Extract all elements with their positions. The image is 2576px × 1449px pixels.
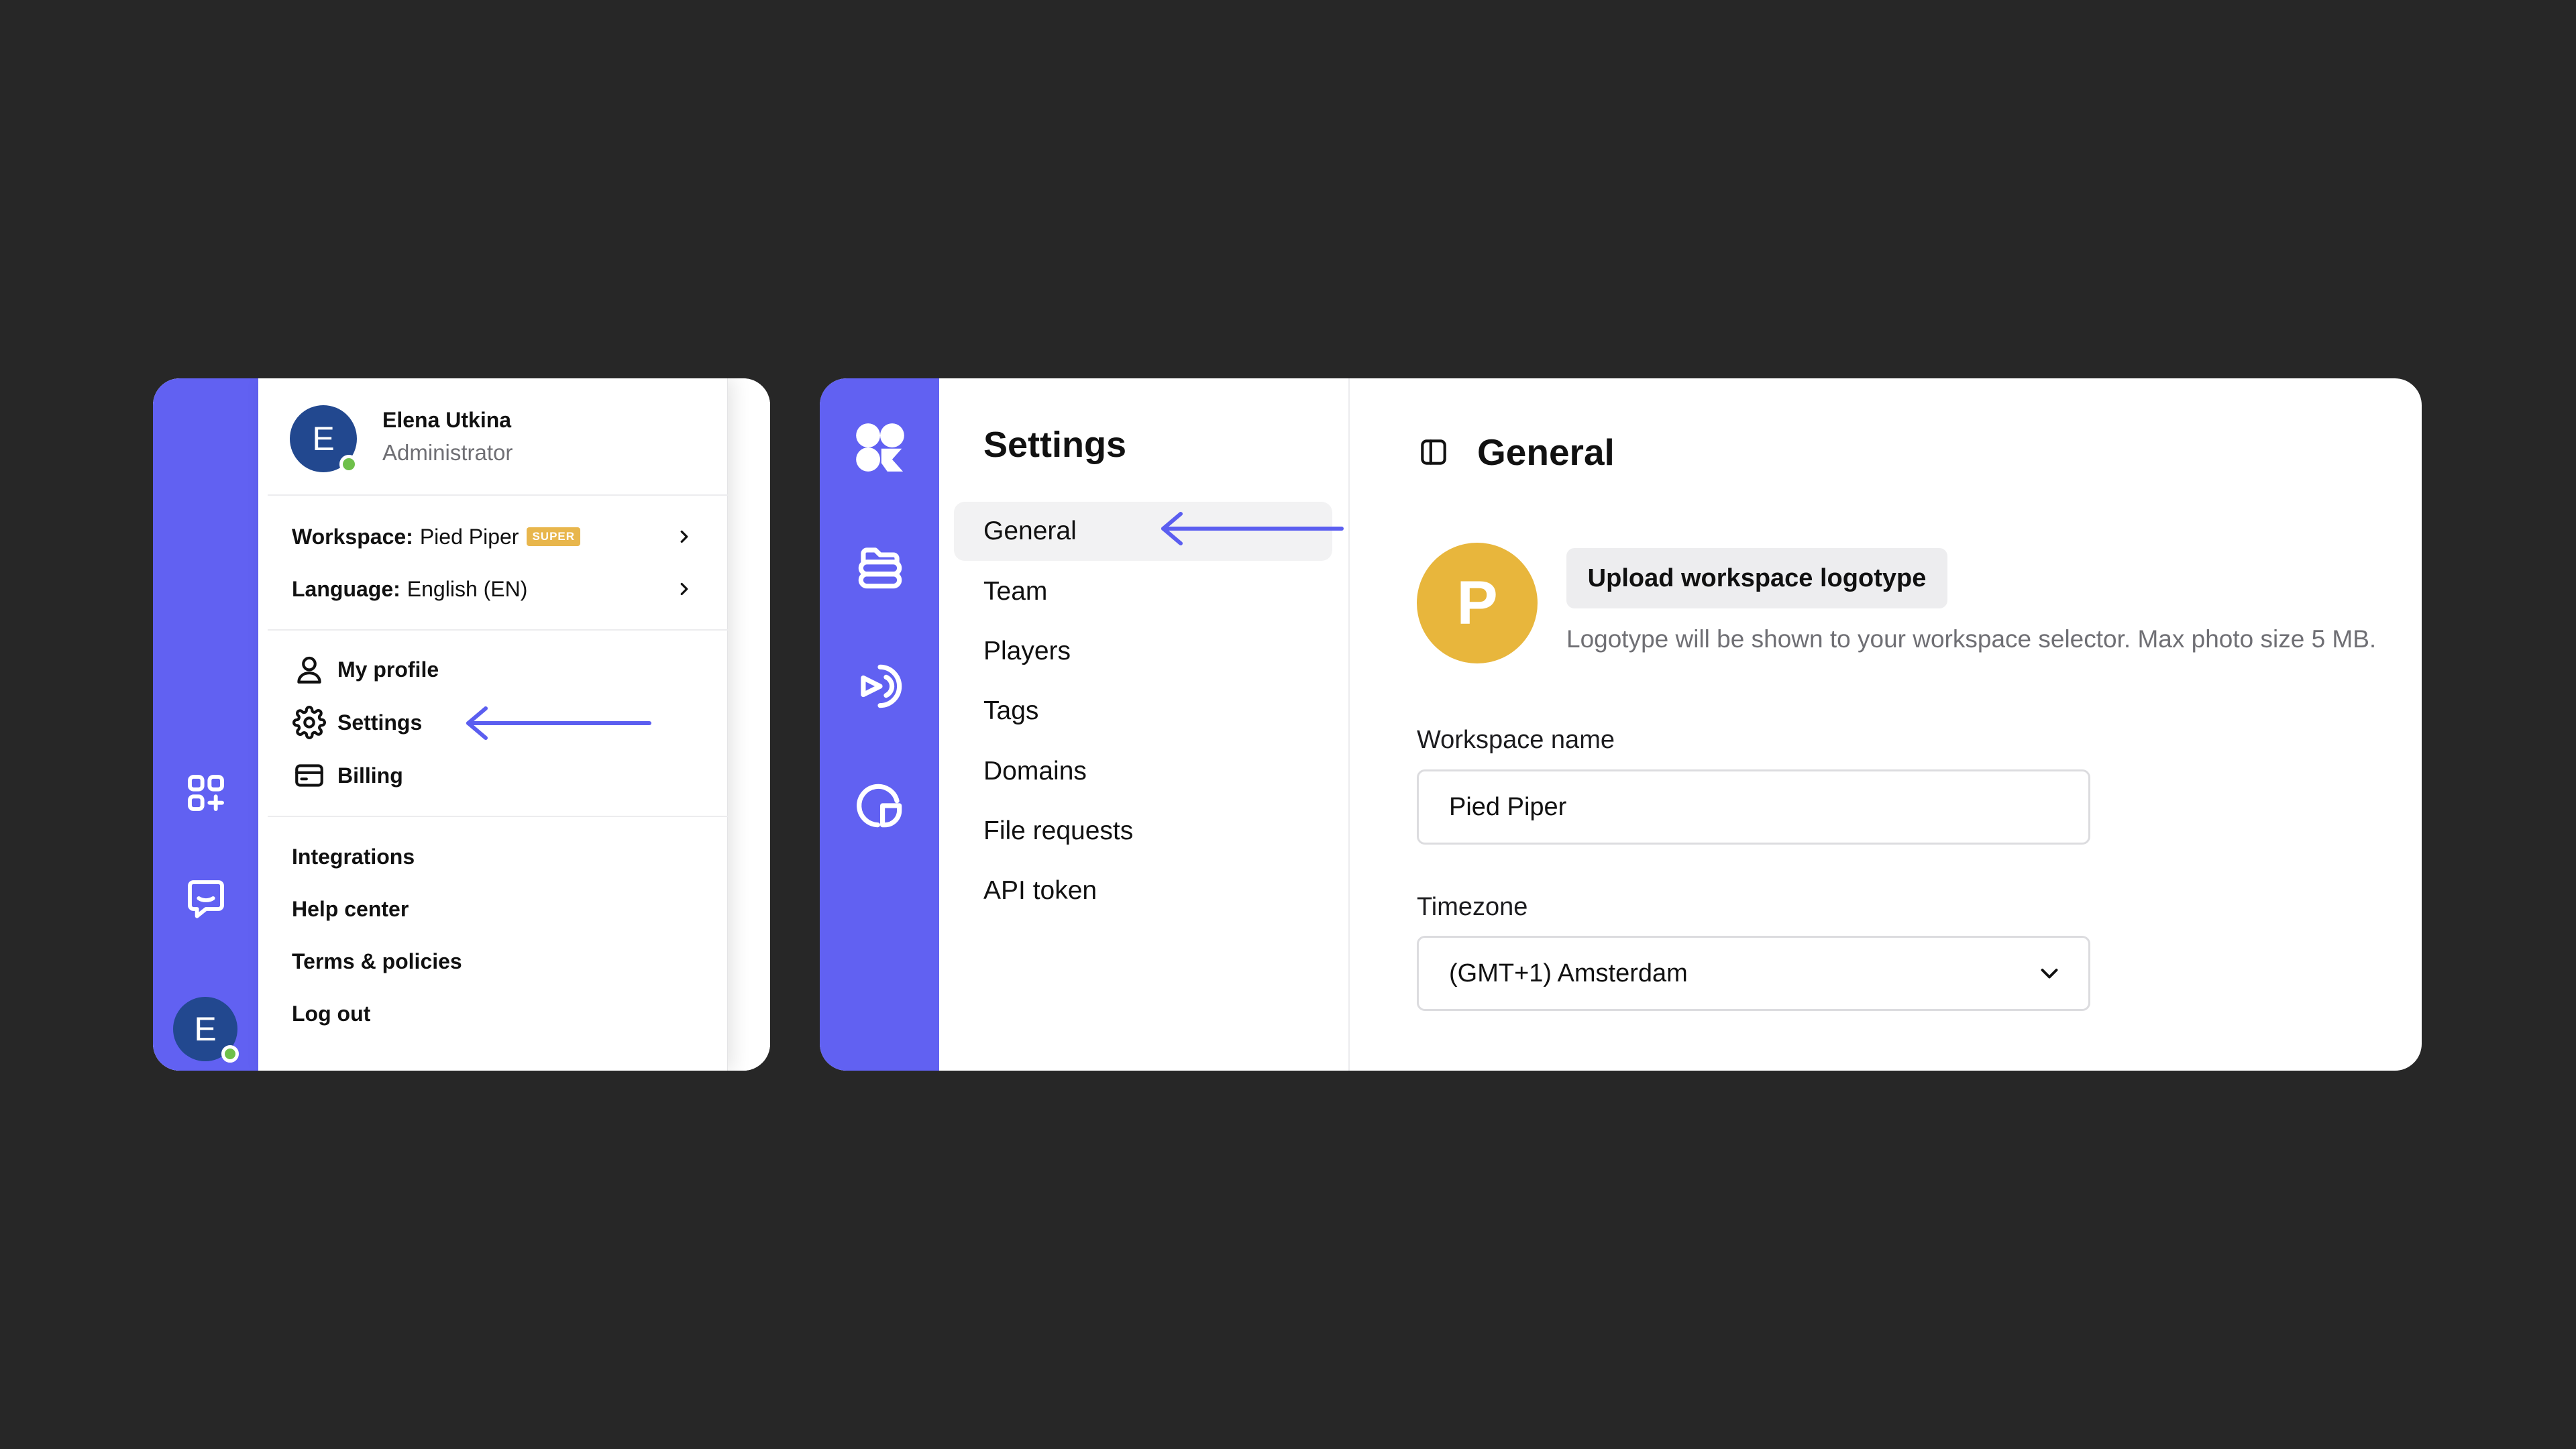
workspace-logo: P bbox=[1417, 543, 1538, 663]
user-icon bbox=[292, 652, 327, 687]
menu-item-label: Billing bbox=[337, 763, 403, 788]
menu-item-terms[interactable]: Terms & policies bbox=[292, 941, 462, 981]
content-title: General bbox=[1477, 431, 1615, 473]
workspace-value: Pied Piper bbox=[419, 524, 519, 549]
apps-add-icon[interactable] bbox=[182, 769, 229, 816]
menu-item-label: Help center bbox=[292, 896, 409, 921]
settings-rail-icons bbox=[820, 378, 939, 1071]
menu-item-settings[interactable]: Settings bbox=[292, 702, 422, 743]
timezone-label: Timezone bbox=[1417, 893, 1528, 921]
analytics-icon[interactable] bbox=[849, 775, 911, 837]
chat-icon[interactable] bbox=[182, 875, 229, 922]
arrow-annotation bbox=[1161, 512, 1344, 545]
timezone-value: (GMT+1) Amsterdam bbox=[1449, 959, 1688, 987]
arrow-annotation bbox=[466, 706, 651, 740]
upload-hint: Logotype will be shown to your workspace… bbox=[1566, 625, 2377, 653]
menu-item-label: Settings bbox=[337, 710, 423, 735]
language-value: English (EN) bbox=[407, 576, 528, 601]
language-selector[interactable]: Language: English (EN) bbox=[292, 569, 701, 609]
workspace-name-input[interactable] bbox=[1417, 769, 2090, 845]
upload-logotype-button[interactable]: Upload workspace logotype bbox=[1566, 548, 1947, 608]
nav-item-players[interactable]: Players bbox=[954, 622, 1332, 681]
nav-item-label: Domains bbox=[983, 757, 1087, 786]
nav-item-domains[interactable]: Domains bbox=[954, 742, 1332, 801]
player-icon[interactable] bbox=[849, 655, 911, 717]
gear-icon bbox=[292, 705, 327, 740]
timezone-select[interactable]: (GMT+1) Amsterdam bbox=[1417, 936, 2090, 1011]
menu-item-integrations[interactable]: Integrations bbox=[292, 837, 415, 877]
content-header: General bbox=[1417, 431, 1615, 474]
menu-item-log-out[interactable]: Log out bbox=[292, 994, 370, 1034]
workspace-label: Workspace: bbox=[292, 524, 413, 549]
settings-nav: Settings General Team Players Tags Domai… bbox=[939, 378, 1348, 1071]
divider bbox=[268, 816, 728, 817]
divider bbox=[268, 494, 728, 496]
chevron-right-icon bbox=[680, 530, 688, 543]
logo-icon[interactable] bbox=[849, 417, 911, 478]
menu-item-my-profile[interactable]: My profile bbox=[292, 649, 439, 690]
menu-item-help-center[interactable]: Help center bbox=[292, 889, 409, 929]
workspace-selector[interactable]: Workspace: Pied Piper SUPER bbox=[292, 517, 701, 557]
workspace-name-label: Workspace name bbox=[1417, 726, 1615, 754]
credit-card-icon bbox=[292, 758, 327, 793]
online-indicator bbox=[221, 1045, 239, 1063]
nav-item-label: File requests bbox=[983, 816, 1134, 845]
nav-item-label: Team bbox=[983, 577, 1048, 606]
language-label: Language: bbox=[292, 576, 400, 601]
settings-title: Settings bbox=[983, 425, 1127, 465]
nav-item-label: Tags bbox=[983, 696, 1039, 725]
divider bbox=[268, 629, 728, 631]
nav-item-team[interactable]: Team bbox=[954, 562, 1332, 621]
rail-avatar-letter: E bbox=[194, 1010, 217, 1048]
nav-item-label: Players bbox=[983, 637, 1071, 665]
nav-item-label: General bbox=[983, 517, 1077, 545]
menu-item-billing[interactable]: Billing bbox=[292, 755, 403, 796]
menu-item-label: Terms & policies bbox=[292, 949, 462, 973]
sidebar-toggle-icon[interactable] bbox=[1417, 435, 1450, 469]
settings-content: General P Upload workspace logotype Logo… bbox=[1350, 378, 2422, 1071]
menu-item-label: Log out bbox=[292, 1001, 371, 1026]
workspace-logo-letter: P bbox=[1456, 568, 1498, 637]
nav-item-tags[interactable]: Tags bbox=[954, 682, 1332, 741]
chevron-right-icon bbox=[680, 582, 688, 596]
super-badge: SUPER bbox=[527, 527, 581, 546]
left-rail: E bbox=[153, 378, 258, 1071]
menu-item-label: Integrations bbox=[292, 844, 415, 869]
nav-item-api-token[interactable]: API token bbox=[954, 861, 1332, 920]
folder-icon[interactable] bbox=[849, 536, 911, 598]
nav-item-label: API token bbox=[983, 876, 1097, 905]
menu-item-label: My profile bbox=[337, 657, 439, 682]
chevron-down-icon bbox=[2041, 969, 2058, 979]
nav-item-file-requests[interactable]: File requests bbox=[954, 802, 1332, 861]
rail-avatar[interactable]: E bbox=[173, 997, 239, 1063]
